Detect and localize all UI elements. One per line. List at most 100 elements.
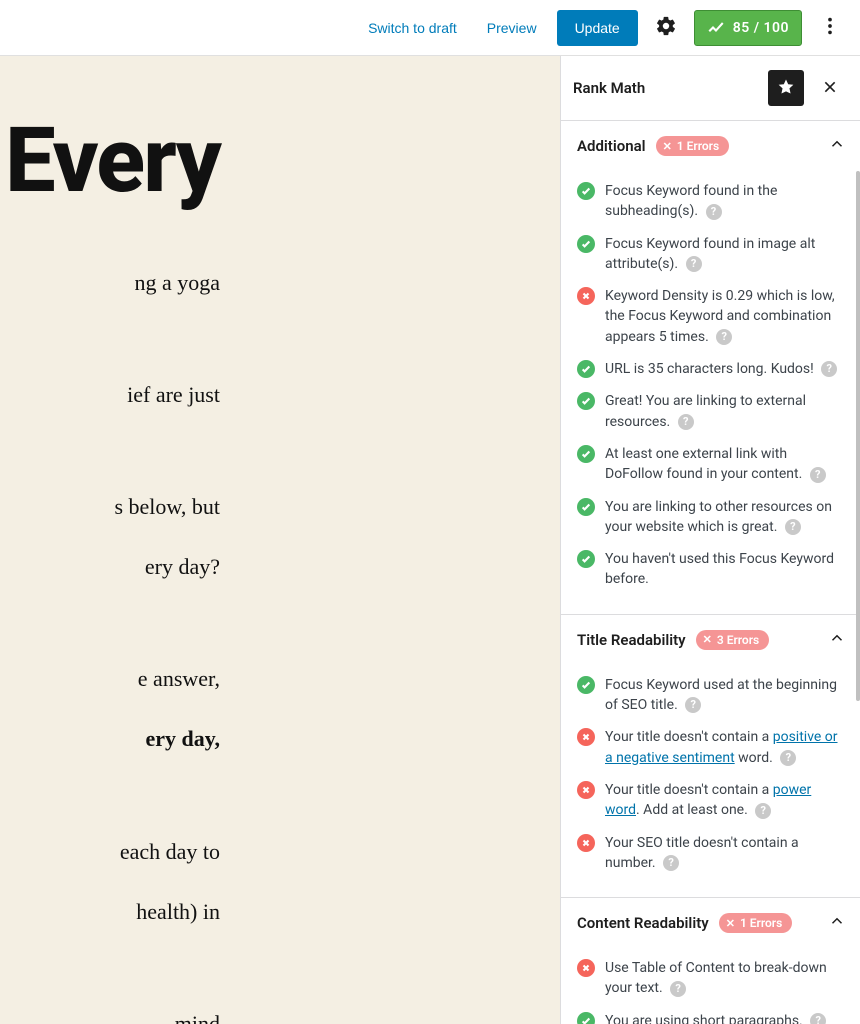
editor-paragraph: each day to: [0, 835, 220, 869]
help-icon[interactable]: ?: [785, 519, 801, 535]
check-text: You are linking to other resources on yo…: [605, 497, 844, 538]
check-text: You haven't used this Focus Keyword befo…: [605, 549, 844, 590]
x-icon: [577, 834, 595, 852]
more-vertical-icon: [819, 15, 841, 40]
chevron-up-icon: [828, 135, 846, 157]
check-list: Focus Keyword used at the beginning of S…: [561, 665, 860, 897]
editor-canvas[interactable]: Every ng a yoga ief are just s below, bu…: [0, 56, 560, 1024]
seo-score-value: 85 / 100: [733, 20, 789, 36]
editor-paragraph: ery day?: [0, 550, 220, 584]
check-item: Your title doesn't contain a power word.…: [577, 774, 844, 827]
check-icon: [577, 182, 595, 200]
check-text: Focus Keyword found in the subheading(s)…: [605, 181, 844, 222]
check-item: Your SEO title doesn't contain a number.…: [577, 827, 844, 880]
sidebar-star-button[interactable]: [768, 70, 804, 106]
check-item: Focus Keyword found in the subheading(s)…: [577, 175, 844, 228]
help-icon[interactable]: ?: [780, 750, 796, 766]
chevron-up-icon: [828, 912, 846, 934]
rankmath-sidebar: Rank Math Additional ✕1 Errors Focus Keywo…: [560, 56, 860, 1024]
more-options-button[interactable]: [812, 10, 848, 46]
check-text: Use Table of Content to break-down your …: [605, 958, 844, 999]
section-label: Title Readability: [577, 631, 686, 649]
check-icon: [577, 498, 595, 516]
editor-paragraph: ery day,: [0, 722, 220, 756]
check-item: URL is 35 characters long. Kudos! ?: [577, 353, 844, 385]
x-icon: [577, 287, 595, 305]
sidebar-close-button[interactable]: [812, 70, 848, 106]
check-text: Great! You are linking to external resou…: [605, 391, 844, 432]
switch-to-draft-button[interactable]: Switch to draft: [358, 12, 467, 44]
check-icon: [577, 445, 595, 463]
help-icon[interactable]: ?: [821, 361, 837, 377]
help-icon[interactable]: ?: [670, 981, 686, 997]
check-list: Use Table of Content to break-down your …: [561, 948, 860, 1024]
x-icon: [577, 728, 595, 746]
x-icon: [577, 959, 595, 977]
check-text: At least one external link with DoFollow…: [605, 444, 844, 485]
check-text: Focus Keyword used at the beginning of S…: [605, 675, 844, 716]
help-icon[interactable]: ?: [663, 855, 679, 871]
editor-paragraph: s below, but: [0, 490, 220, 524]
check-icon: [577, 550, 595, 568]
check-icon: [577, 1012, 595, 1024]
check-item: Keyword Density is 0.29 which is low, th…: [577, 280, 844, 353]
check-item: Focus Keyword used at the beginning of S…: [577, 669, 844, 722]
error-badge: ✕3 Errors: [696, 630, 770, 650]
section-toggle[interactable]: Title Readability ✕3 Errors: [561, 615, 860, 665]
editor-paragraph: ng a yoga: [0, 266, 220, 300]
sidebar-scrollbar-thumb[interactable]: [856, 171, 860, 701]
help-icon[interactable]: ?: [716, 329, 732, 345]
inline-link[interactable]: positive or a negative sentiment: [605, 729, 838, 765]
check-icon: [577, 676, 595, 694]
help-icon[interactable]: ?: [685, 697, 701, 713]
settings-button[interactable]: [648, 10, 684, 46]
check-text: Your SEO title doesn't contain a number.…: [605, 833, 844, 874]
check-item: Focus Keyword found in image alt attribu…: [577, 228, 844, 281]
error-badge: ✕1 Errors: [719, 913, 793, 933]
help-icon[interactable]: ?: [686, 256, 702, 272]
check-list: Focus Keyword found in the subheading(s)…: [561, 171, 860, 614]
star-icon: [777, 78, 795, 99]
check-item: You haven't used this Focus Keyword befo…: [577, 543, 844, 596]
sidebar-scrollbar-track: [856, 116, 860, 1020]
check-text: Keyword Density is 0.29 which is low, th…: [605, 286, 844, 347]
check-icon: [577, 360, 595, 378]
update-button[interactable]: Update: [557, 10, 638, 46]
chevron-up-icon: [828, 629, 846, 651]
check-text: Your title doesn't contain a positive or…: [605, 727, 844, 768]
editor-paragraph: health) in: [0, 895, 220, 929]
post-title-fragment: Every: [0, 116, 220, 206]
seo-section: Title Readability ✕3 Errors Focus Keyword …: [561, 615, 860, 898]
section-toggle[interactable]: Content Readability ✕1 Errors: [561, 898, 860, 948]
seo-section: Additional ✕1 Errors Focus Keyword found i…: [561, 121, 860, 615]
editor-paragraph: mind: [0, 1007, 220, 1024]
help-icon[interactable]: ?: [810, 1013, 826, 1024]
help-icon[interactable]: ?: [678, 414, 694, 430]
sidebar-header: Rank Math: [561, 56, 860, 121]
check-text: URL is 35 characters long. Kudos! ?: [605, 359, 837, 379]
check-item: Your title doesn't contain a positive or…: [577, 721, 844, 774]
check-text: Focus Keyword found in image alt attribu…: [605, 234, 844, 275]
help-icon[interactable]: ?: [810, 467, 826, 483]
editor-paragraph: ief are just: [0, 378, 220, 412]
inline-link[interactable]: power word: [605, 782, 811, 818]
editor-paragraph: e answer,: [0, 662, 220, 696]
section-label: Content Readability: [577, 914, 709, 932]
check-item: Great! You are linking to external resou…: [577, 385, 844, 438]
seo-score-pill[interactable]: 85 / 100: [694, 10, 802, 46]
trend-up-icon: [707, 19, 725, 37]
help-icon[interactable]: ?: [706, 204, 722, 220]
preview-button[interactable]: Preview: [477, 12, 547, 44]
check-item: At least one external link with DoFollow…: [577, 438, 844, 491]
check-icon: [577, 235, 595, 253]
close-icon: [822, 79, 838, 98]
check-icon: [577, 392, 595, 410]
help-icon[interactable]: ?: [755, 803, 771, 819]
check-text: You are using short paragraphs. ?: [605, 1011, 826, 1024]
error-badge: ✕1 Errors: [656, 136, 730, 156]
check-item: Use Table of Content to break-down your …: [577, 952, 844, 1005]
section-toggle[interactable]: Additional ✕1 Errors: [561, 121, 860, 171]
check-item: You are using short paragraphs. ?: [577, 1005, 844, 1024]
section-label: Additional: [577, 137, 646, 155]
check-text: Your title doesn't contain a power word.…: [605, 780, 844, 821]
